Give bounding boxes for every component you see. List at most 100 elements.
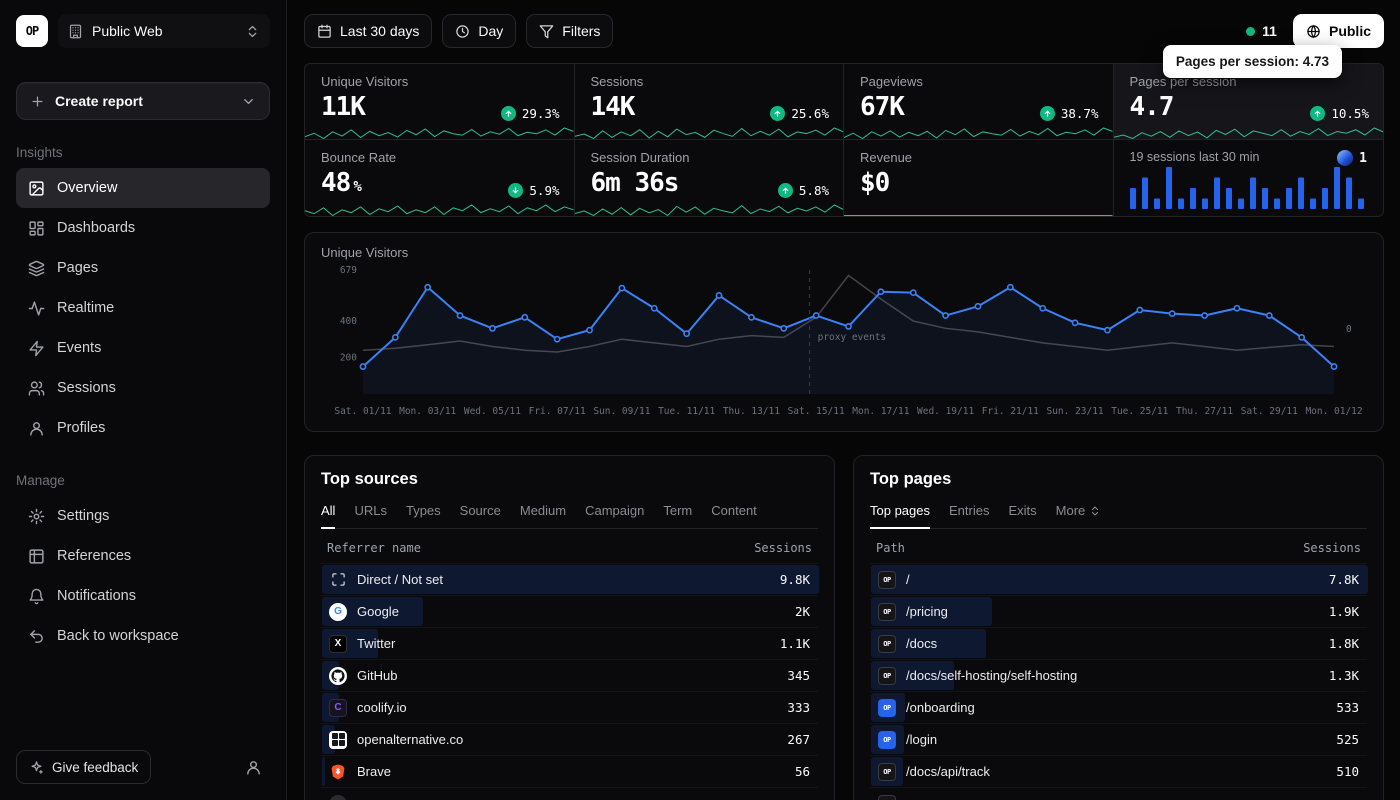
sidebar-item-realtime[interactable]: Realtime: [16, 288, 270, 328]
live-sessions-card[interactable]: 19 sessions last 30 min1: [1114, 140, 1384, 216]
tab-label: Medium: [520, 503, 566, 518]
filters-button[interactable]: Filters: [526, 14, 613, 48]
give-feedback-button[interactable]: Give feedback: [16, 750, 151, 784]
table-row[interactable]: [321, 787, 818, 800]
live-visitors[interactable]: 11: [1246, 23, 1277, 39]
chart-title: Unique Visitors: [321, 245, 1367, 260]
svg-text:Mon. 01/12: Mon. 01/12: [1305, 406, 1362, 417]
table-row[interactable]: OP/7.8K: [870, 563, 1367, 595]
visitors-line-chart[interactable]: proxy events2004006790Sat. 01/11Mon. 03/…: [321, 262, 1367, 422]
svg-text:Mon. 17/11: Mon. 17/11: [852, 406, 909, 417]
globe-icon: [1306, 24, 1321, 39]
row-label: Direct / Not set: [357, 572, 443, 587]
clock-icon: [455, 24, 470, 39]
metric-change-badge: 29.3%: [501, 106, 560, 121]
pages-tab-more[interactable]: More: [1056, 503, 1102, 518]
dashboards-icon: [28, 220, 45, 237]
tab-label: Campaign: [585, 503, 644, 518]
tooltip: Pages per session: 4.73: [1163, 45, 1342, 78]
sidebar-item-dashboards[interactable]: Dashboards: [16, 208, 270, 248]
sidebar-item-back-to-workspace[interactable]: Back to workspace: [16, 616, 270, 656]
back-icon: [28, 628, 45, 645]
sources-tab-content[interactable]: Content: [711, 503, 757, 518]
table-row[interactable]: Direct / Not set9.8K: [321, 563, 818, 595]
sidebar-item-pages[interactable]: Pages: [16, 248, 270, 288]
sidebar-nav: InsightsOverviewDashboardsPagesRealtimeE…: [16, 145, 270, 656]
sidebar-item-sessions[interactable]: Sessions: [16, 368, 270, 408]
sources-tab-urls[interactable]: URLs: [354, 503, 387, 518]
table-row[interactable]: Ccoolify.io333: [321, 691, 818, 723]
svg-text:Tue. 11/11: Tue. 11/11: [658, 406, 715, 417]
row-value: 1.3K: [1329, 668, 1359, 683]
brave-icon: [329, 763, 347, 781]
sidebar-item-overview[interactable]: Overview: [16, 168, 270, 208]
metric-sparkline: [575, 202, 844, 216]
table-row[interactable]: OP/pricing1.9K: [870, 595, 1367, 627]
svg-text:Wed. 19/11: Wed. 19/11: [917, 406, 974, 417]
metric-card-session-duration[interactable]: Session Duration6m 36s5.8%: [575, 140, 845, 216]
sidebar-item-events[interactable]: Events: [16, 328, 270, 368]
table-row[interactable]: OP/docs1.8K: [870, 627, 1367, 659]
metric-value: $0: [860, 168, 1097, 198]
metric-card-pageviews[interactable]: Pageviews67K38.7%: [844, 64, 1114, 140]
date-range-button[interactable]: Last 30 days: [304, 14, 432, 48]
table-row[interactable]: GGoogle2K: [321, 595, 818, 627]
sources-tab-term[interactable]: Term: [663, 503, 692, 518]
table-row[interactable]: openalternative.co267: [321, 723, 818, 755]
metric-change-value: 29.3%: [522, 106, 560, 121]
sources-tab-types[interactable]: Types: [406, 503, 441, 518]
pages-icon: [28, 260, 45, 277]
table-row[interactable]: XTwitter1.1K: [321, 627, 818, 659]
pages-tab-exits[interactable]: Exits: [1008, 503, 1036, 518]
sidebar-item-references[interactable]: References: [16, 536, 270, 576]
workspace-selector[interactable]: Public Web: [58, 14, 270, 48]
table-row[interactable]: OP/docs/api/track510: [870, 755, 1367, 787]
metric-card-revenue[interactable]: Revenue$0: [844, 140, 1114, 216]
profile-button[interactable]: [236, 750, 270, 784]
metric-card-bounce-rate[interactable]: Bounce Rate48%5.9%: [305, 140, 575, 216]
metric-card-unique-visitors[interactable]: Unique Visitors11K29.3%: [305, 64, 575, 140]
table-row[interactable]: OP/login525: [870, 723, 1367, 755]
sidebar-item-settings[interactable]: Settings: [16, 496, 270, 536]
calendar-icon: [317, 24, 332, 39]
svg-text:Wed. 05/11: Wed. 05/11: [464, 406, 521, 417]
app-root: OP Public Web Create report InsightsOver…: [0, 0, 1400, 800]
sidebar-item-profiles[interactable]: Profiles: [16, 408, 270, 448]
arrow-up-icon: [778, 183, 793, 198]
sidebar-item-label: Overview: [57, 180, 117, 196]
create-report-button[interactable]: Create report: [16, 82, 270, 120]
sidebar: OP Public Web Create report InsightsOver…: [0, 0, 287, 800]
public-button[interactable]: Public: [1293, 14, 1384, 48]
table-row[interactable]: GitHub345: [321, 659, 818, 691]
metric-sparkline: [305, 125, 574, 140]
sidebar-item-notifications[interactable]: Notifications: [16, 576, 270, 616]
row-value: 56: [795, 764, 810, 779]
pages-tab-entries[interactable]: Entries: [949, 503, 989, 518]
openpanel-favicon: OP: [878, 571, 896, 589]
openpanel-favicon: OP: [878, 603, 896, 621]
tab-label: Top pages: [870, 503, 930, 518]
sidebar-item-label: Sessions: [57, 380, 116, 396]
column-path: Path: [876, 541, 905, 555]
interval-button[interactable]: Day: [442, 14, 516, 48]
row-label: /docs/self-hosting/self-hosting: [906, 668, 1077, 683]
interval-label: Day: [478, 23, 503, 39]
sources-tab-all[interactable]: All: [321, 503, 335, 518]
top-pages-title: Top pages: [870, 470, 1367, 489]
sources-tab-medium[interactable]: Medium: [520, 503, 566, 518]
table-row[interactable]: Brave56: [321, 755, 818, 787]
toolbar-right: 11 Public: [1246, 14, 1384, 48]
toolbar-left: Last 30 days Day Filters: [304, 14, 613, 48]
sidebar-item-label: Events: [57, 340, 101, 356]
column-referrer-name: Referrer name: [327, 541, 421, 555]
pages-tab-top-pages[interactable]: Top pages: [870, 503, 930, 518]
sources-tab-source[interactable]: Source: [460, 503, 501, 518]
svg-text:Sat. 29/11: Sat. 29/11: [1241, 406, 1298, 417]
metric-card-sessions[interactable]: Sessions14K25.6%: [575, 64, 845, 140]
visitors-chart-card: Unique Visitors proxy events2004006790Sa…: [304, 232, 1384, 432]
sources-tab-campaign[interactable]: Campaign: [585, 503, 644, 518]
table-row[interactable]: OP/onboarding533: [870, 691, 1367, 723]
svg-text:679: 679: [340, 265, 357, 276]
table-row[interactable]: OP/docs/self-hosting/self-hosting1.3K: [870, 659, 1367, 691]
table-row[interactable]: OP: [870, 787, 1367, 800]
